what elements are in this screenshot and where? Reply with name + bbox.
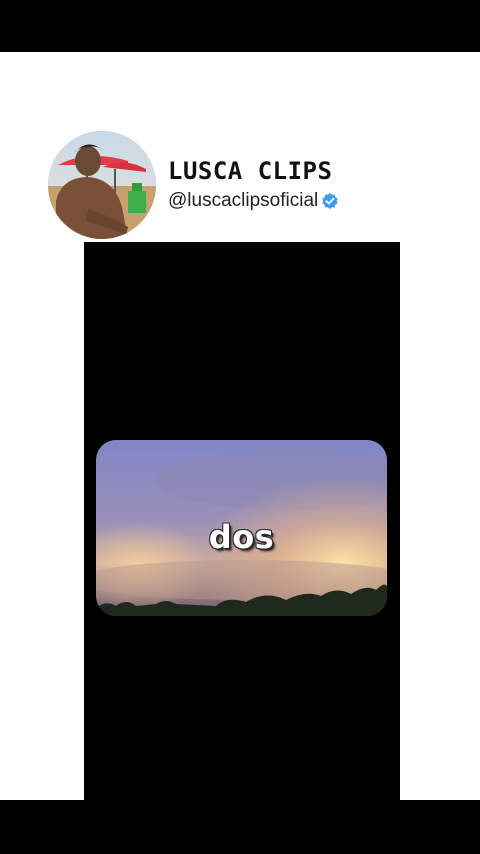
verified-badge-icon: [321, 192, 339, 210]
video-clip: dos: [96, 440, 387, 616]
display-name[interactable]: LUSCA CLIPS: [168, 157, 339, 185]
video-caption: dos: [208, 518, 275, 556]
video-player[interactable]: dos: [84, 242, 400, 800]
avatar-photo-icon: [48, 131, 156, 239]
screen: LUSCA CLIPS @luscaclipsoficial dos: [0, 0, 480, 854]
handle-row: @luscaclipsoficial: [168, 189, 339, 213]
profile-header[interactable]: LUSCA CLIPS @luscaclipsoficial: [48, 131, 339, 239]
handle[interactable]: @luscaclipsoficial: [168, 189, 318, 213]
profile-names: LUSCA CLIPS @luscaclipsoficial: [168, 157, 339, 213]
avatar[interactable]: [48, 131, 156, 239]
